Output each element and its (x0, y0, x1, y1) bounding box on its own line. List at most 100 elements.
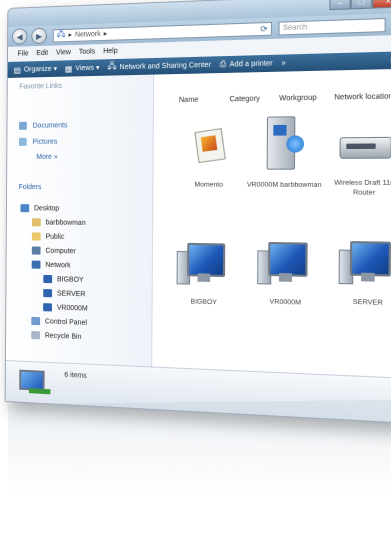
menu-file[interactable]: File (18, 50, 29, 57)
tree-item-label: Control Panel (44, 317, 87, 327)
network-center-label: Network and Sharing Center (119, 61, 212, 71)
navigation-pane: Favorite Links Documents Pictures More »… (5, 74, 155, 368)
refresh-icon[interactable]: ⟳ (260, 24, 267, 34)
folders-header[interactable]: Folders (19, 184, 42, 191)
computer-icon (257, 240, 314, 290)
item-label: VR0000M (269, 298, 302, 307)
tree-item-vr0000m[interactable]: VR0000M (43, 303, 88, 313)
views-icon: ▦ (64, 63, 73, 74)
tree-item-label: Recycle Bin (44, 331, 82, 341)
tree-item-label: Computer (45, 247, 76, 255)
column-header-category[interactable]: Category (229, 95, 260, 103)
sidebar-item-pictures[interactable]: Pictures (18, 137, 58, 146)
add-printer-label: Add a printer (229, 59, 273, 69)
user-folder-icon (31, 218, 41, 227)
media-server-badge (286, 135, 305, 153)
tree-item-network[interactable]: Network (31, 260, 71, 270)
chevron-down-icon: ▾ (53, 65, 58, 73)
network-item-server[interactable]: SERVER (328, 239, 391, 309)
tree-item-bigboy[interactable]: BIGBOY (43, 274, 84, 284)
back-button[interactable]: ◀ (11, 28, 28, 45)
tree-item-label: Desktop (34, 204, 60, 212)
tree-item-label: SERVER (56, 289, 86, 298)
tree-item-label: Network (45, 261, 71, 269)
media-server-icon (256, 114, 313, 172)
tree-item-label: Public (45, 233, 65, 241)
explorer-window: – □ × ◀ ▶ 🖧 ▸ Network ▸ ⟳ Search File Ed… (4, 0, 391, 424)
network-item-bigboy[interactable]: BIGBOY (167, 240, 241, 308)
address-separator-trailing: ▸ (103, 30, 108, 38)
views-button[interactable]: ▦ Views ▾ (65, 63, 100, 73)
column-header-name[interactable]: Name (179, 97, 199, 105)
network-center-icon: 🖧 (107, 61, 117, 71)
close-button[interactable]: × (372, 0, 391, 9)
computer-icon (43, 289, 53, 298)
network-center-button[interactable]: 🖧 Network and Sharing Center (107, 58, 211, 75)
computer-icon (176, 241, 232, 290)
column-header-network-location[interactable]: Network location (334, 93, 391, 102)
sidebar-item-label: Pictures (32, 138, 58, 146)
forward-button[interactable]: ▶ (31, 27, 47, 45)
sidebar-item-documents[interactable]: Documents (19, 121, 67, 130)
computer-stand (197, 273, 211, 282)
address-text[interactable]: Network (75, 30, 101, 38)
folder-tree: Desktop barbbowman Public Computer Netwo… (7, 198, 152, 340)
address-separator: ▸ (68, 31, 73, 40)
network-item-vr0000m-barbbowman[interactable]: VR0000M barbbowman (246, 114, 323, 190)
more-link[interactable]: More » (36, 154, 57, 161)
organize-label: Organize (23, 65, 52, 74)
organize-button[interactable]: ▤ Organize ▾ (14, 64, 57, 74)
maximize-button[interactable]: □ (350, 0, 373, 10)
column-header-workgroup[interactable]: Workgroup (279, 94, 317, 102)
router-icon (335, 126, 391, 170)
media-server-screen (273, 124, 287, 136)
window-reflection (8, 399, 391, 499)
item-label: VR0000M barbbowman (246, 181, 322, 190)
network-item-router[interactable]: Wireless Draft 11n Router (325, 126, 391, 198)
tree-item-server[interactable]: SERVER (43, 289, 85, 298)
screenshot-stage: – □ × ◀ ▶ 🖧 ▸ Network ▸ ⟳ Search File Ed… (0, 0, 391, 537)
tree-item-desktop[interactable]: Desktop (20, 204, 60, 213)
folder-icon (31, 232, 41, 241)
item-label: Wireless Draft 11n Router (334, 179, 391, 197)
desktop-icon (20, 204, 30, 213)
computer-icon (31, 246, 41, 255)
menu-tools[interactable]: Tools (79, 48, 95, 56)
menu-help[interactable]: Help (103, 48, 118, 56)
caption-buttons: – □ × (329, 0, 391, 11)
minimize-button[interactable]: – (329, 0, 351, 11)
router-panel (346, 143, 376, 150)
add-printer-button[interactable]: ⎙ Add a printer (219, 58, 272, 70)
toolbar-more-button[interactable]: » (281, 59, 285, 67)
computer-monitor (268, 241, 308, 277)
menu-edit[interactable]: Edit (36, 50, 48, 57)
network-item-momento[interactable]: Momento (172, 123, 246, 190)
network-cable (28, 388, 51, 395)
search-placeholder: Search (282, 23, 308, 32)
content-pane: Name Category Workgroup Network location… (152, 68, 391, 379)
documents-icon (19, 121, 27, 130)
computer-icon (43, 274, 53, 284)
tree-item-label: BIGBOY (57, 275, 84, 284)
sidebar-item-label: Documents (32, 121, 68, 130)
views-label: Views (75, 64, 94, 72)
tree-item-recycle-bin[interactable]: Recycle Bin (31, 330, 82, 341)
tree-item-label: VR0000M (56, 304, 88, 313)
tree-item-barbbowman[interactable]: barbbowman (31, 218, 86, 227)
organize-icon: ▤ (13, 65, 21, 75)
control-panel-icon (31, 316, 41, 326)
chevron-down-icon: ▾ (95, 64, 100, 72)
item-label: SERVER (352, 298, 383, 307)
item-label: Momento (194, 181, 224, 189)
tree-item-control-panel[interactable]: Control Panel (31, 316, 87, 327)
item-label: BIGBOY (190, 298, 217, 307)
tree-item-public[interactable]: Public (31, 232, 65, 241)
item-count: 6 items (64, 371, 87, 380)
computer-monitor (187, 242, 226, 278)
network-icon (31, 260, 41, 269)
network-item-vr0000m[interactable]: VR0000M (247, 240, 324, 309)
recycle-bin-icon (31, 330, 41, 340)
tree-item-computer[interactable]: Computer (31, 246, 76, 255)
search-input[interactable]: Search (278, 17, 386, 35)
menu-view[interactable]: View (56, 49, 71, 57)
